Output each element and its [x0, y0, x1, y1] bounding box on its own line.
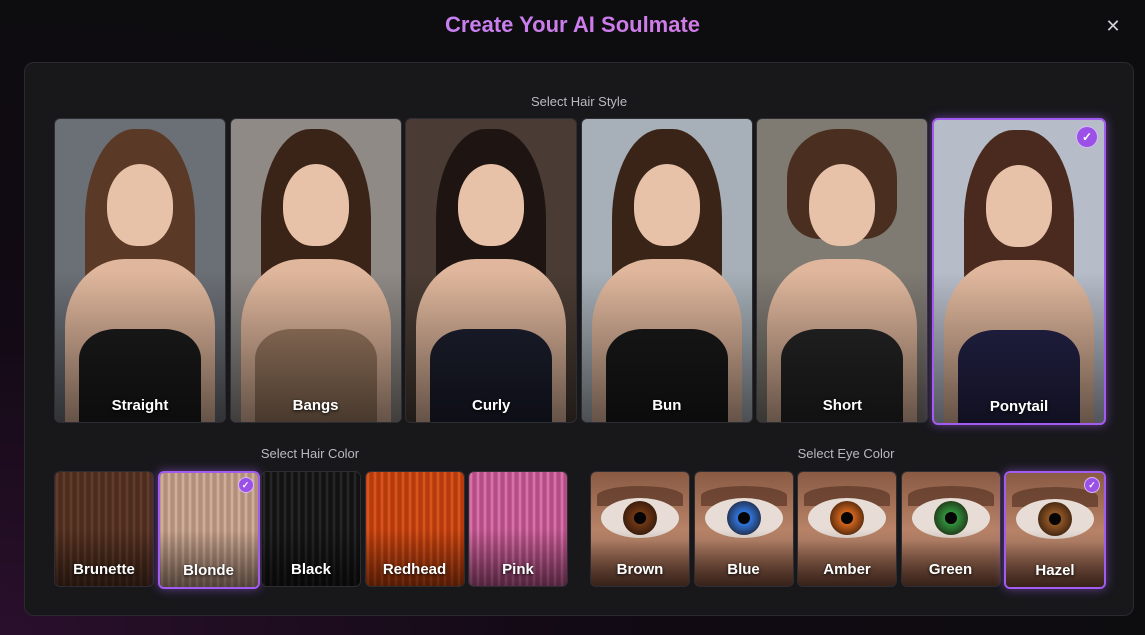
hair-color-label: Pink — [502, 561, 534, 578]
hair-color-option-redhead[interactable]: Redhead — [364, 471, 465, 587]
hair-style-label: Short — [822, 397, 862, 414]
pupil-shape — [737, 512, 750, 524]
eye-color-label: Hazel — [1035, 562, 1075, 579]
hair-style-option-bun[interactable]: Bun — [580, 118, 753, 423]
pupil-shape — [1049, 513, 1061, 525]
pupil-shape — [634, 512, 646, 524]
hair-style-option-ponytail[interactable]: Ponytail ✓ — [932, 118, 1106, 425]
check-icon: ✓ — [1076, 126, 1098, 148]
hair-color-option-blonde[interactable]: Blonde ✓ — [157, 471, 260, 589]
check-icon: ✓ — [237, 477, 254, 493]
hair-style-heading: Select Hair Style — [530, 94, 628, 109]
pupil-shape — [841, 512, 853, 524]
page-title: Create Your AI Soulmate — [0, 12, 1145, 38]
hair-color-label: Blonde — [183, 562, 234, 579]
pupil-shape — [944, 512, 957, 524]
hair-style-label: Ponytail — [989, 398, 1049, 415]
hair-color-label: Black — [290, 561, 332, 578]
hair-color-heading: Select Hair Color — [260, 446, 360, 461]
eye-color-option-brown[interactable]: Brown — [590, 471, 690, 587]
face-shape — [458, 164, 525, 246]
hair-style-option-curly[interactable]: Curly — [405, 118, 578, 423]
soulmate-creator-panel: Select Hair Style Straight Bangs Curly Bun S… — [24, 62, 1134, 616]
hair-color-label: Brunette — [73, 561, 135, 578]
hair-style-label: Bangs — [292, 397, 339, 414]
eye-color-label: Blue — [727, 561, 760, 578]
eye-color-heading: Select Eye Color — [797, 446, 895, 461]
hair-color-option-black[interactable]: Black — [261, 471, 361, 587]
eye-color-label: Amber — [823, 561, 871, 578]
hair-style-option-short[interactable]: Short — [756, 118, 929, 423]
hair-style-label: Curly — [472, 397, 511, 414]
hair-style-label: Bun — [652, 397, 682, 414]
eye-color-option-amber[interactable]: Amber — [797, 471, 897, 587]
check-icon: ✓ — [1084, 477, 1100, 493]
hair-style-label: Straight — [111, 397, 169, 414]
face-shape — [633, 164, 700, 246]
eye-color-option-green[interactable]: Green — [900, 471, 1001, 587]
close-icon[interactable]: ✕ — [1103, 16, 1123, 36]
eye-color-label: Green — [928, 561, 973, 578]
eye-color-option-blue[interactable]: Blue — [693, 471, 794, 587]
eye-color-option-hazel[interactable]: Hazel ✓ — [1004, 471, 1106, 589]
face-shape — [107, 164, 173, 246]
hair-style-option-straight[interactable]: Straight — [54, 118, 226, 423]
face-shape — [282, 164, 349, 246]
face-shape — [986, 165, 1052, 247]
eye-color-label: Brown — [616, 561, 664, 578]
hair-color-option-pink[interactable]: Pink — [468, 471, 568, 587]
hair-color-option-brunette[interactable]: Brunette — [54, 471, 154, 587]
hair-style-option-bangs[interactable]: Bangs — [229, 118, 402, 423]
face-shape — [809, 164, 876, 246]
hair-color-label: Redhead — [382, 561, 447, 578]
